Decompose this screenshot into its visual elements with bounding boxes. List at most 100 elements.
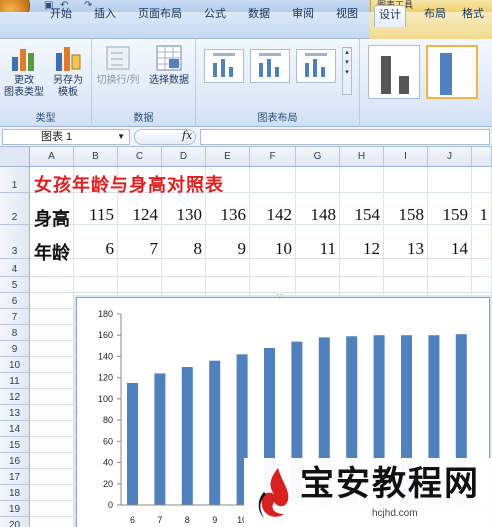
tab-home[interactable]: 开始 <box>46 5 76 27</box>
y-tick-label: 180 <box>98 309 113 319</box>
column-header[interactable]: E <box>206 147 250 167</box>
tab-format[interactable]: 格式 <box>458 5 488 27</box>
column-header[interactable]: F <box>250 147 296 167</box>
column-header[interactable]: I <box>384 147 428 167</box>
row-header[interactable]: 1 <box>0 167 30 193</box>
bar[interactable] <box>154 373 166 505</box>
height-cell[interactable]: 158 <box>384 205 425 225</box>
age-cell[interactable]: 13 <box>384 239 424 259</box>
layout-thumb-2[interactable] <box>250 49 290 83</box>
tab-layout[interactable]: 布局 <box>420 5 450 27</box>
height-cell[interactable]: 159 <box>428 205 469 225</box>
height-cell[interactable]: 154 <box>340 205 381 225</box>
layout-thumb-1[interactable] <box>204 49 244 83</box>
tab-data[interactable]: 数据 <box>244 5 274 27</box>
formula-input[interactable] <box>200 129 490 145</box>
height-cell[interactable]: 115 <box>74 205 114 225</box>
tab-insert[interactable]: 插入 <box>90 5 120 27</box>
column-header[interactable]: D <box>162 147 206 167</box>
chart-layout-group: ▴ ▾ ▾ 图表布局 <box>196 39 360 127</box>
column-header[interactable] <box>472 147 492 167</box>
age-cell[interactable]: 11 <box>296 239 336 259</box>
change-chart-type-button[interactable]: 更改 图表类型 <box>4 43 44 99</box>
sheet-title: 女孩年龄与身高对照表 <box>34 175 224 196</box>
row-header[interactable]: 11 <box>0 373 30 389</box>
tab-review[interactable]: 审阅 <box>288 5 318 27</box>
age-cell[interactable]: 6 <box>74 239 115 259</box>
row-header[interactable]: 9 <box>0 341 30 357</box>
layout-thumb-3[interactable] <box>296 49 336 83</box>
height-cell[interactable]: 142 <box>250 205 293 225</box>
row-header[interactable]: 2 <box>0 193 30 225</box>
y-tick-label: 0 <box>108 500 113 510</box>
ribbon-design: 更改 图表类型 另存为 模板 类型 切换行/列 选择数据 数据 ▴ ▾ ▾ 图表… <box>0 39 492 127</box>
row-header[interactable]: 15 <box>0 437 30 453</box>
chart-style-1[interactable] <box>368 45 420 99</box>
name-box[interactable]: 图表 1 ▼ <box>2 129 130 145</box>
y-tick-label: 120 <box>98 373 113 383</box>
layout-gallery-scroll[interactable]: ▴ ▾ ▾ <box>342 47 352 95</box>
data-group: 切换行/列 选择数据 数据 <box>92 39 196 127</box>
height-cell[interactable]: 148 <box>296 205 337 225</box>
tab-view[interactable]: 视图 <box>332 5 362 27</box>
age-cell[interactable]: 7 <box>118 239 159 259</box>
save-as-template-button[interactable]: 另存为 模板 <box>48 43 88 99</box>
tab-formulas[interactable]: 公式 <box>200 5 230 27</box>
tab-design[interactable]: 设计 <box>374 5 406 27</box>
select-data-icon <box>154 43 184 73</box>
chart-resize-handle-top[interactable]: ∴∴ <box>275 293 284 301</box>
age-cell[interactable]: 9 <box>206 239 247 259</box>
row-gridline <box>30 292 492 293</box>
column-header[interactable]: A <box>30 147 74 167</box>
watermark-title: 宝安教程网 <box>300 464 480 504</box>
row-header[interactable]: 5 <box>0 277 30 293</box>
row-header[interactable]: 10 <box>0 357 30 373</box>
row-header[interactable]: 14 <box>0 421 30 437</box>
select-data-button[interactable]: 选择数据 <box>144 43 194 87</box>
select-all-corner[interactable] <box>0 147 30 167</box>
tab-page-layout[interactable]: 页面布局 <box>134 5 186 27</box>
chart-style-2[interactable] <box>426 45 478 99</box>
row-header[interactable]: 20 <box>0 517 30 527</box>
chart-layout-group-label: 图表布局 <box>257 113 298 124</box>
row-header[interactable]: 6 <box>0 293 30 309</box>
column-header[interactable]: G <box>296 147 340 167</box>
row-header[interactable]: 16 <box>0 453 30 469</box>
column-header[interactable]: C <box>118 147 162 167</box>
row-header[interactable]: 7 <box>0 309 30 325</box>
x-tick-label: 8 <box>185 515 190 525</box>
row-header[interactable]: 18 <box>0 485 30 501</box>
height-cell[interactable]: 1 <box>472 205 489 225</box>
column-header[interactable]: B <box>74 147 118 167</box>
height-cell[interactable]: 124 <box>118 205 159 225</box>
age-cell[interactable]: 8 <box>162 239 203 259</box>
y-tick-label: 100 <box>98 394 113 404</box>
column-header[interactable]: H <box>340 147 384 167</box>
bar[interactable] <box>209 360 221 505</box>
age-cell[interactable]: 14 <box>428 239 468 259</box>
switch-row-column-button[interactable]: 切换行/列 <box>94 43 142 87</box>
template-icon <box>53 43 83 73</box>
row-header[interactable]: 3 <box>0 225 30 259</box>
y-tick-label: 40 <box>103 458 113 468</box>
bar[interactable] <box>181 367 193 505</box>
row-header[interactable]: 19 <box>0 501 30 517</box>
age-cell[interactable]: 12 <box>340 239 380 259</box>
column-header[interactable]: J <box>428 147 472 167</box>
switch-icon <box>103 43 133 73</box>
insert-function-icon[interactable]: fx <box>182 129 192 142</box>
formula-bar: 图表 1 ▼ fx <box>0 127 492 147</box>
row-header[interactable]: 13 <box>0 405 30 421</box>
height-cell[interactable]: 136 <box>206 205 247 225</box>
chart-resize-handle-left[interactable]: ⋮ <box>73 407 81 415</box>
age-cell[interactable]: 10 <box>250 239 292 259</box>
row-header[interactable]: 4 <box>0 259 30 277</box>
bar[interactable] <box>127 382 138 505</box>
x-tick-label: 9 <box>212 515 217 525</box>
row-header[interactable]: 17 <box>0 469 30 485</box>
row-header[interactable]: 8 <box>0 325 30 341</box>
name-box-dropdown-icon[interactable]: ▼ <box>117 130 125 144</box>
height-cell[interactable]: 130 <box>162 205 203 225</box>
height-label: 身高 <box>34 209 70 230</box>
row-header[interactable]: 12 <box>0 389 30 405</box>
